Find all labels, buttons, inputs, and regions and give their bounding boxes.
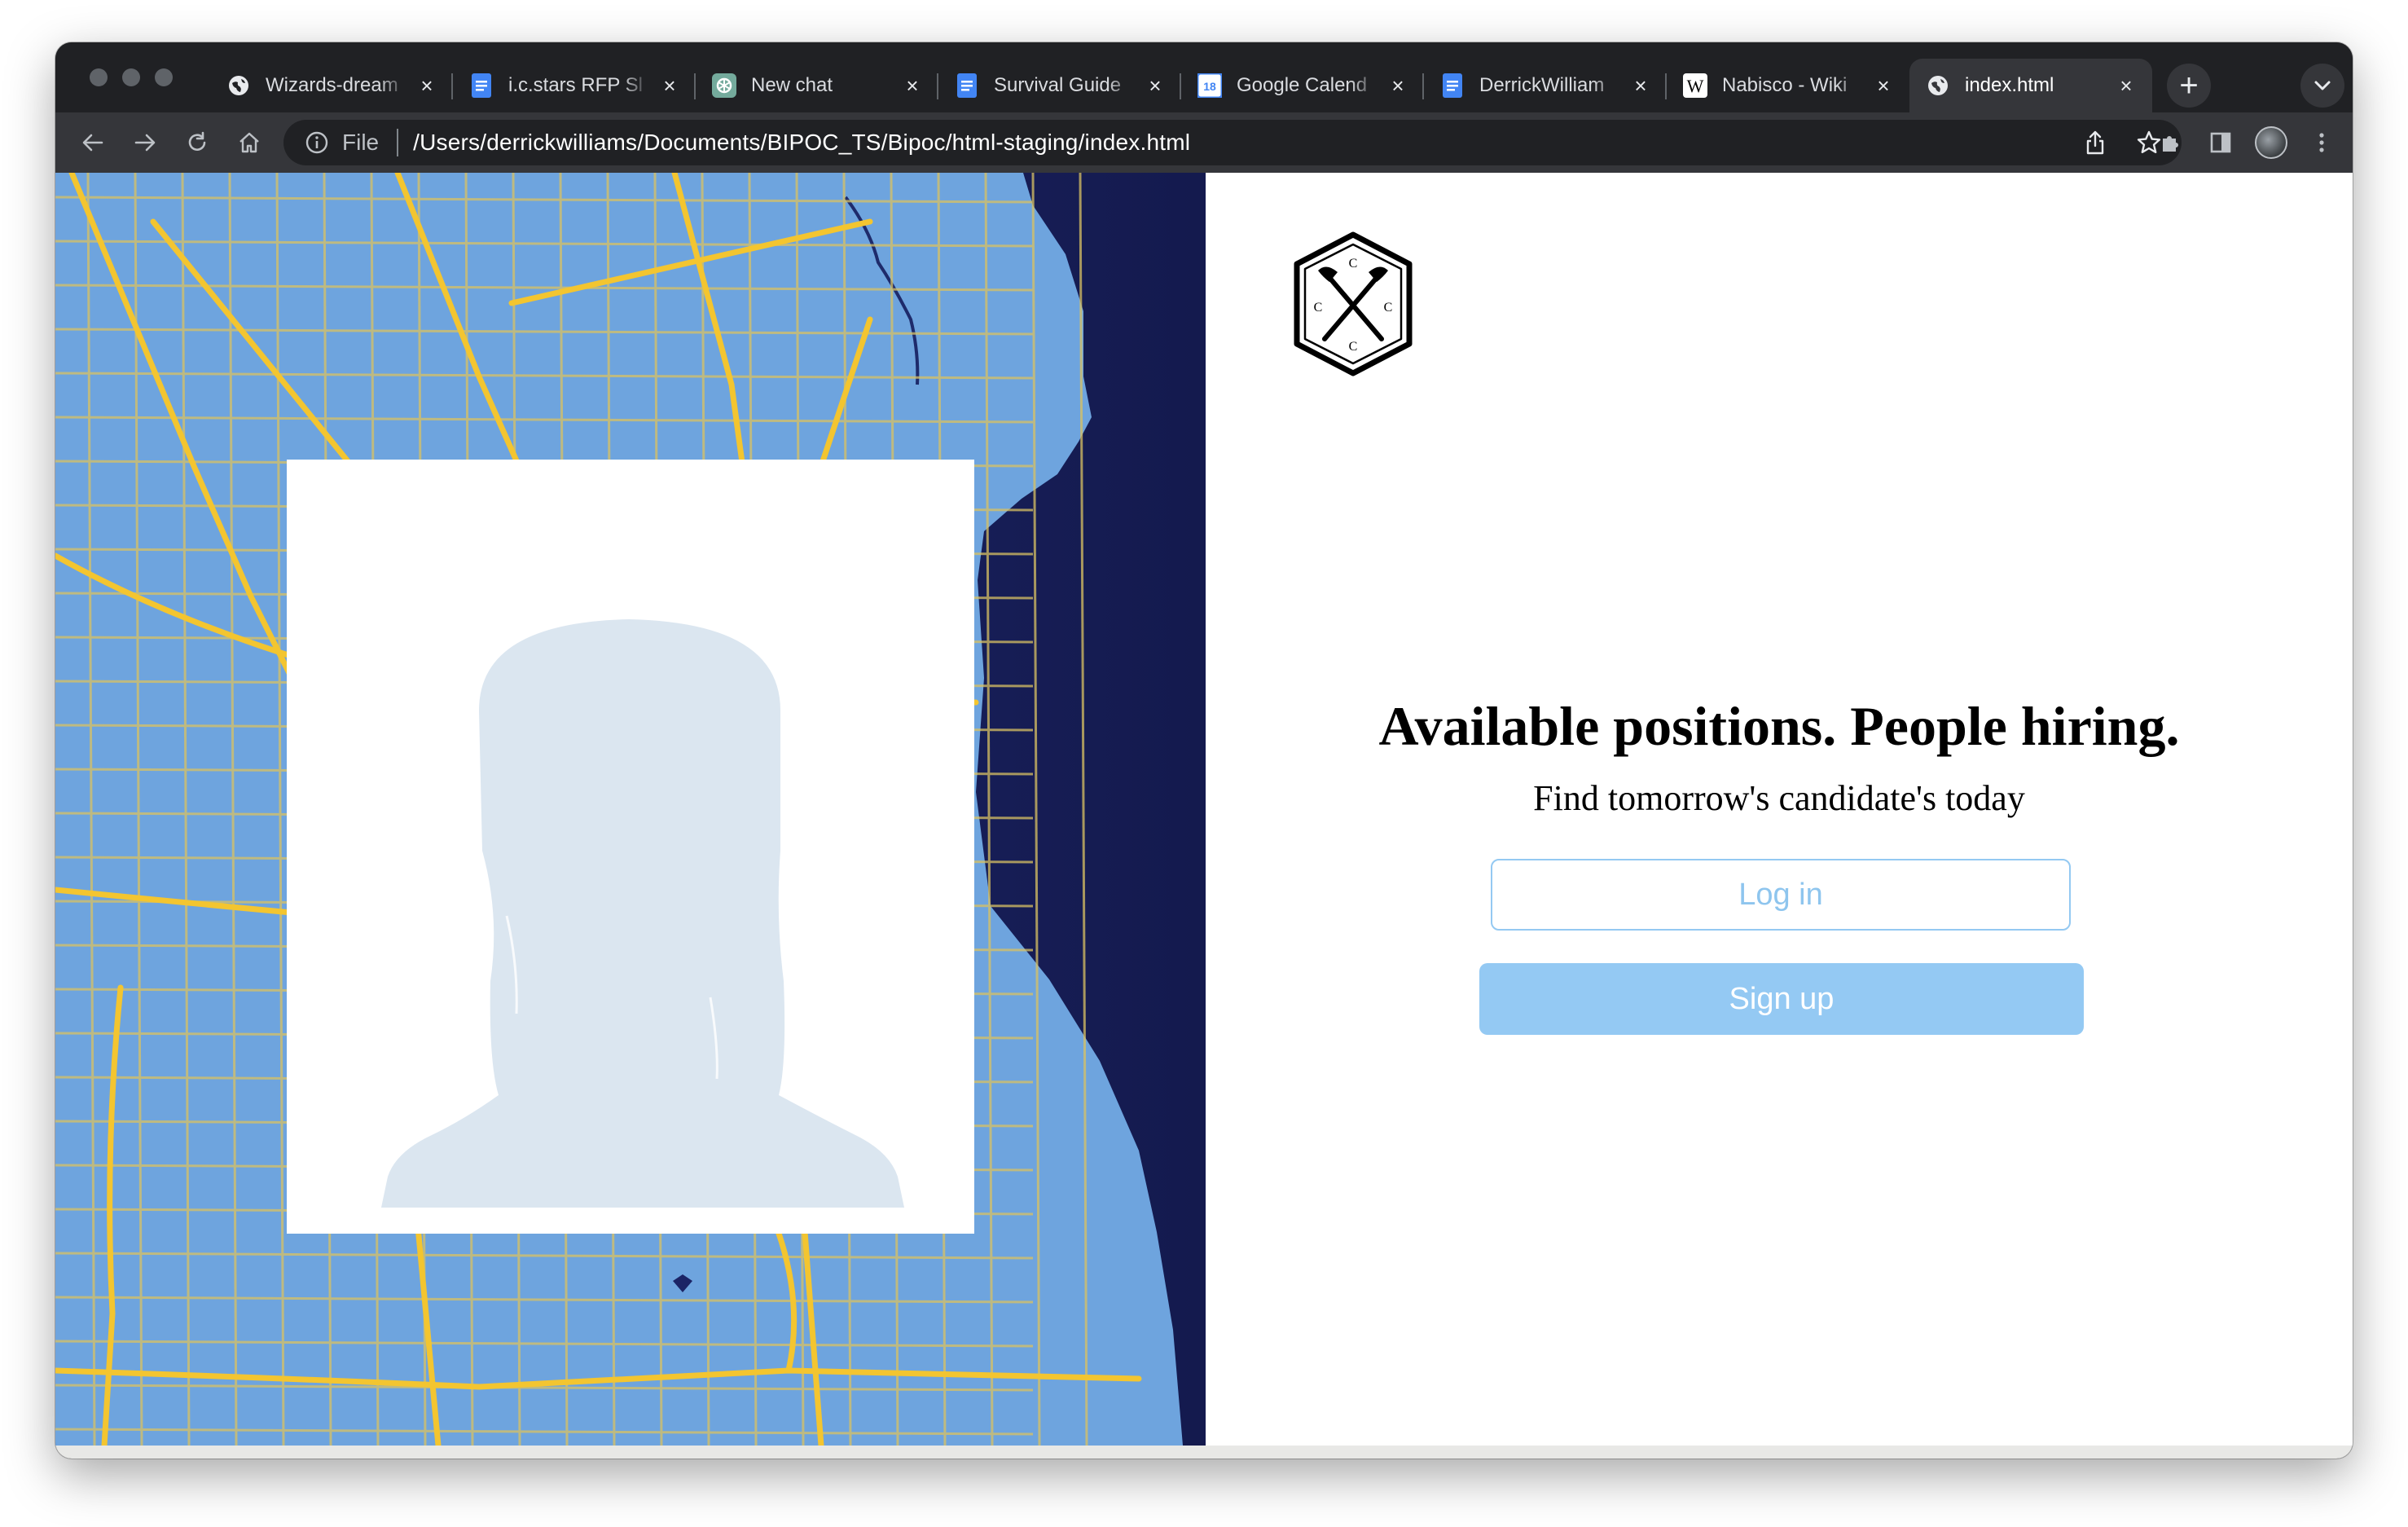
page-title: Available positions. People hiring. — [1378, 695, 2180, 757]
info-icon[interactable] — [303, 129, 331, 156]
calendar-icon-label: 18 — [1203, 80, 1216, 93]
wikipedia-icon: W — [1683, 73, 1707, 98]
tab-nabisco-wiki[interactable]: W Nabisco - Wiki × — [1667, 59, 1909, 112]
wikipedia-icon-label: W — [1687, 76, 1704, 96]
arrow-right-icon — [134, 134, 156, 152]
tab-survival-guide[interactable]: Survival Guide × — [938, 59, 1181, 112]
forward-button[interactable] — [125, 123, 165, 162]
close-icon[interactable]: × — [658, 74, 681, 97]
window-bottom-edge — [55, 1446, 2353, 1459]
logo-letter-left: C — [1314, 301, 1323, 315]
side-panel-icon[interactable] — [2204, 126, 2237, 159]
openai-icon — [712, 73, 736, 98]
browser-toolbar: File /Users/derrickwilliams/Documents/BI… — [55, 112, 2353, 173]
extensions-icon[interactable] — [2154, 126, 2186, 159]
tab-search-button[interactable] — [2300, 64, 2344, 108]
home-button[interactable] — [230, 123, 269, 162]
reload-icon — [188, 131, 206, 151]
docs-icon — [1440, 73, 1465, 98]
signup-button[interactable]: Sign up — [1479, 963, 2084, 1035]
close-icon[interactable]: × — [901, 74, 924, 97]
window-controls — [90, 68, 173, 86]
profile-photo-card — [287, 460, 974, 1234]
tab-title: i.c.stars RFP Sl — [508, 74, 643, 96]
reload-button[interactable] — [178, 123, 217, 162]
close-window-button[interactable] — [90, 68, 108, 86]
tab-title: Nabisco - Wiki — [1722, 74, 1848, 96]
arrow-left-icon — [82, 134, 103, 152]
login-button[interactable]: Log in — [1491, 859, 2071, 931]
tab-derrick-williams[interactable]: DerrickWilliam × — [1424, 59, 1667, 112]
tab-title: DerrickWilliam — [1479, 74, 1605, 96]
close-icon[interactable]: × — [1144, 74, 1167, 97]
tab-title: Survival Guide — [994, 74, 1122, 96]
minimize-window-button[interactable] — [122, 68, 140, 86]
tab-title: index.html — [1965, 74, 2054, 96]
url-text[interactable]: /Users/derrickwilliams/Documents/BIPOC_T… — [413, 130, 1190, 156]
new-tab-button[interactable]: + — [2167, 64, 2211, 108]
docs-icon — [469, 73, 494, 98]
tab-title: Google Calend — [1237, 74, 1368, 96]
page-subtitle: Find tomorrow's candidate's today — [1533, 778, 2025, 818]
close-icon[interactable]: × — [1386, 74, 1409, 97]
logo-letter-right: C — [1384, 301, 1393, 315]
profile-avatar[interactable] — [2255, 126, 2287, 159]
tab-strip: Wizards-dream × i.c.stars RFP Sl × New c… — [55, 42, 2353, 112]
tab-google-calendar[interactable]: 18 Google Calend × — [1181, 59, 1424, 112]
crossed-axes-logo-icon[interactable]: C C C C — [1290, 231, 1416, 376]
tab-title: Wizards-dream — [266, 74, 398, 96]
scheme-label: File — [342, 130, 380, 155]
globe-icon — [226, 73, 251, 98]
browser-window: Wizards-dream × i.c.stars RFP Sl × New c… — [55, 42, 2353, 1459]
chevron-down-icon — [2314, 81, 2331, 90]
close-icon[interactable]: × — [1872, 74, 1895, 97]
tab-index-html[interactable]: index.html × — [1909, 59, 2152, 112]
profile-placeholder-silhouette — [287, 460, 974, 1234]
tab-new-chat[interactable]: New chat × — [696, 59, 938, 112]
globe-icon — [1926, 73, 1950, 98]
back-button[interactable] — [73, 123, 112, 162]
page-viewport: C C C C Available positions. People hiri… — [55, 173, 2353, 1446]
docs-icon — [955, 73, 979, 98]
toolbar-actions — [2154, 126, 2338, 159]
close-icon[interactable]: × — [2115, 74, 2138, 97]
calendar-icon: 18 — [1197, 73, 1222, 98]
tab-wizards-dream[interactable]: Wizards-dream × — [210, 59, 453, 112]
logo-letter-bottom: C — [1349, 340, 1358, 354]
share-icon[interactable] — [2079, 126, 2111, 159]
tab-title: New chat — [751, 74, 833, 96]
address-bar[interactable]: File /Users/derrickwilliams/Documents/BI… — [283, 120, 2182, 165]
zoom-window-button[interactable] — [155, 68, 173, 86]
home-icon — [239, 132, 259, 153]
hero-panel: C C C C Available positions. People hiri… — [1206, 173, 2353, 1446]
logo-letter-top: C — [1349, 257, 1358, 271]
omnibox-actions — [2079, 126, 2165, 159]
divider — [397, 129, 399, 156]
city-street-map-image — [55, 173, 1206, 1446]
close-icon[interactable]: × — [415, 74, 438, 97]
more-menu-icon[interactable] — [2305, 126, 2338, 159]
close-icon[interactable]: × — [1629, 74, 1652, 97]
tab-icstars-rfp[interactable]: i.c.stars RFP Sl × — [453, 59, 696, 112]
